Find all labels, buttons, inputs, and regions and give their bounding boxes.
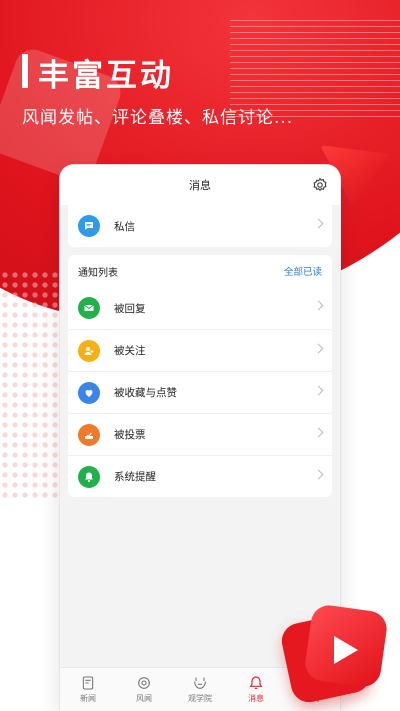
mark-all-read-button[interactable]: 全部已读 — [284, 264, 322, 278]
nav-tab-fengwen[interactable]: 风闻 — [116, 668, 172, 711]
nav-label: 风闻 — [136, 694, 152, 703]
private-message-card: 私信 — [68, 205, 332, 247]
nav-label: 新闻 — [80, 694, 96, 703]
private-message-label: 私信 — [114, 220, 135, 233]
notification-label: 被投票 — [114, 429, 146, 441]
user-follow-icon — [78, 339, 100, 362]
notification-label: 被收藏与点赞 — [114, 387, 177, 399]
vote-icon — [78, 423, 100, 446]
hero-subtitle: 风闻发帖、评论叠楼、私信讨论... — [22, 108, 294, 128]
chevron-right-icon — [313, 469, 324, 480]
play-decoration — [278, 603, 389, 706]
chevron-right-icon — [313, 385, 324, 396]
nav-tab-academy[interactable]: 观学院 — [172, 668, 228, 711]
notification-item-system[interactable]: 系统提醒 — [68, 455, 332, 497]
notification-item-voted[interactable]: 被投票 — [68, 413, 332, 455]
chevron-right-icon — [313, 300, 324, 311]
target-icon — [138, 677, 150, 689]
notification-item-replied[interactable]: 被回复 — [68, 287, 332, 329]
heart-icon — [78, 381, 100, 404]
title-accent-bar — [22, 54, 28, 88]
notification-list-header: 通知列表 全部已读 — [68, 255, 332, 287]
messages-topbar: 消息 — [60, 165, 340, 205]
notification-list-card: 通知列表 全部已读 被回复 被关注 被收藏与点赞 被投票 系统提醒 — [68, 255, 332, 497]
gear-icon[interactable] — [312, 177, 328, 193]
news-icon — [82, 676, 94, 690]
envelope-icon — [78, 297, 100, 319]
page-title: 消息 — [189, 179, 211, 192]
notification-label: 被关注 — [114, 345, 146, 357]
nav-tab-messages[interactable]: 消息 — [228, 668, 284, 711]
notification-label: 系统提醒 — [114, 471, 156, 483]
nav-tab-news[interactable]: 新闻 — [60, 668, 116, 711]
chat-bubble-icon — [78, 215, 100, 237]
nav-label: 消息 — [248, 694, 264, 703]
chevron-right-icon — [313, 218, 324, 229]
academy-icon — [194, 677, 206, 689]
notification-item-favorited-liked[interactable]: 被收藏与点赞 — [68, 371, 332, 413]
chevron-right-icon — [313, 427, 324, 438]
hero-title: 丰富互动 — [38, 58, 174, 94]
chevron-right-icon — [313, 343, 324, 354]
bell-icon — [78, 465, 100, 488]
play-icon — [334, 636, 358, 664]
hero-headline: 丰富互动 风闻发帖、评论叠楼、私信讨论... — [22, 50, 293, 128]
bell-icon — [249, 676, 263, 689]
notification-item-followed[interactable]: 被关注 — [68, 329, 332, 371]
nav-label: 观学院 — [188, 694, 212, 703]
private-message-row[interactable]: 私信 — [68, 205, 332, 247]
notification-list-title: 通知列表 — [78, 267, 118, 279]
notification-label: 被回复 — [114, 302, 146, 315]
